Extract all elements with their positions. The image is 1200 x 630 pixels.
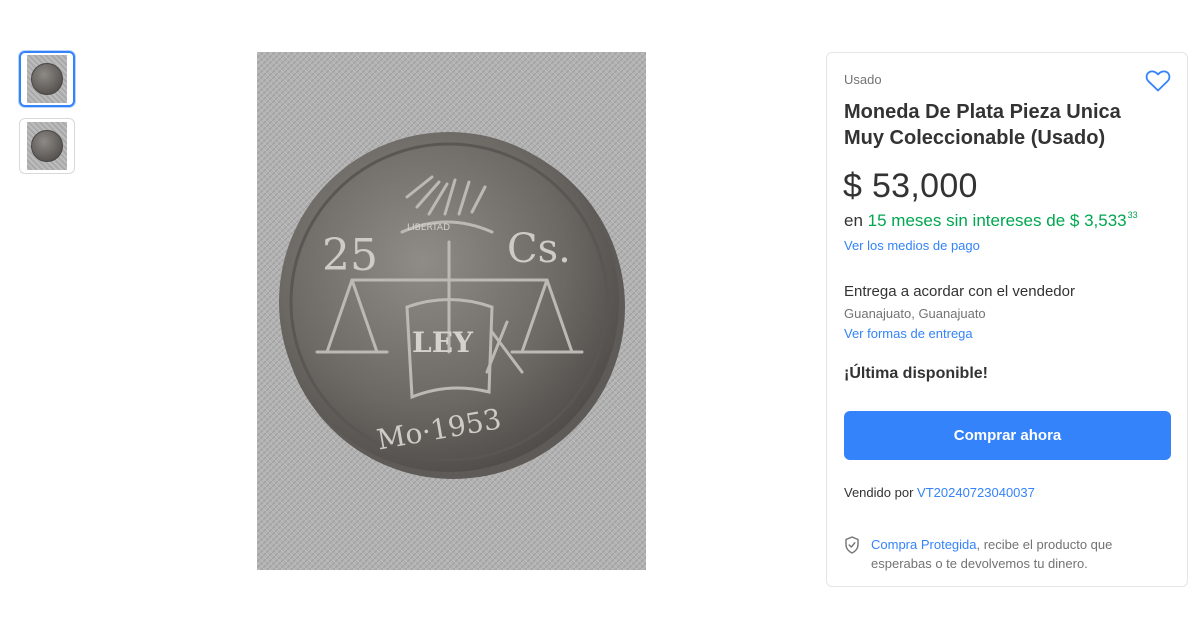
thumbnail-1[interactable] bbox=[19, 51, 75, 107]
condition-label: Usado bbox=[844, 72, 882, 87]
installments-months: 15 meses sin intereses de bbox=[867, 211, 1066, 230]
seller-info: Vendido por VT20240723040037 bbox=[844, 485, 1035, 500]
thumbnail-image bbox=[27, 122, 67, 170]
delivery-options-link[interactable]: Ver formas de entrega bbox=[844, 326, 973, 341]
protected-purchase-link[interactable]: Compra Protegida bbox=[871, 537, 977, 552]
seller-name-link[interactable]: VT20240723040037 bbox=[917, 485, 1035, 500]
shield-check-icon bbox=[845, 536, 859, 554]
delivery-title: Entrega a acordar con el vendedor bbox=[844, 283, 1075, 300]
purchase-protection: Compra Protegida, recibe el producto que… bbox=[844, 535, 1164, 573]
installments-prefix: en bbox=[844, 211, 863, 230]
thumbnail-2[interactable] bbox=[19, 118, 75, 174]
coin-ley-text: LEY bbox=[412, 326, 474, 359]
buy-now-button[interactable]: Comprar ahora bbox=[844, 411, 1171, 460]
product-title: Moneda De Plata Pieza Unica Muy Coleccio… bbox=[844, 101, 1121, 149]
stock-status: ¡Última disponible! bbox=[844, 365, 988, 382]
seller-prefix: Vendido por bbox=[844, 485, 914, 500]
payment-methods-link[interactable]: Ver los medios de pago bbox=[844, 238, 980, 253]
installments-cents: 33 bbox=[1127, 210, 1138, 220]
heart-outline-icon[interactable] bbox=[1145, 69, 1171, 93]
coin-currency: Cs. bbox=[507, 226, 571, 272]
product-price: $ 53,000 bbox=[843, 167, 978, 205]
product-main-image[interactable]: LEY 25 Cs. LIBERTAD Mo·1953 bbox=[257, 52, 646, 570]
seller-location: Guanajuato, Guanajuato bbox=[844, 306, 986, 321]
installments-amount: $ 3,533 bbox=[1069, 211, 1127, 230]
coin-denomination: 25 bbox=[322, 230, 378, 281]
installments-info: en 15 meses sin intereses de $ 3,53333 bbox=[844, 210, 1138, 231]
coin-ribbon: LIBERTAD bbox=[407, 223, 450, 233]
purchase-card: Usado Moneda De Plata Pieza Unica Muy Co… bbox=[826, 52, 1188, 587]
thumbnail-image bbox=[27, 55, 67, 103]
